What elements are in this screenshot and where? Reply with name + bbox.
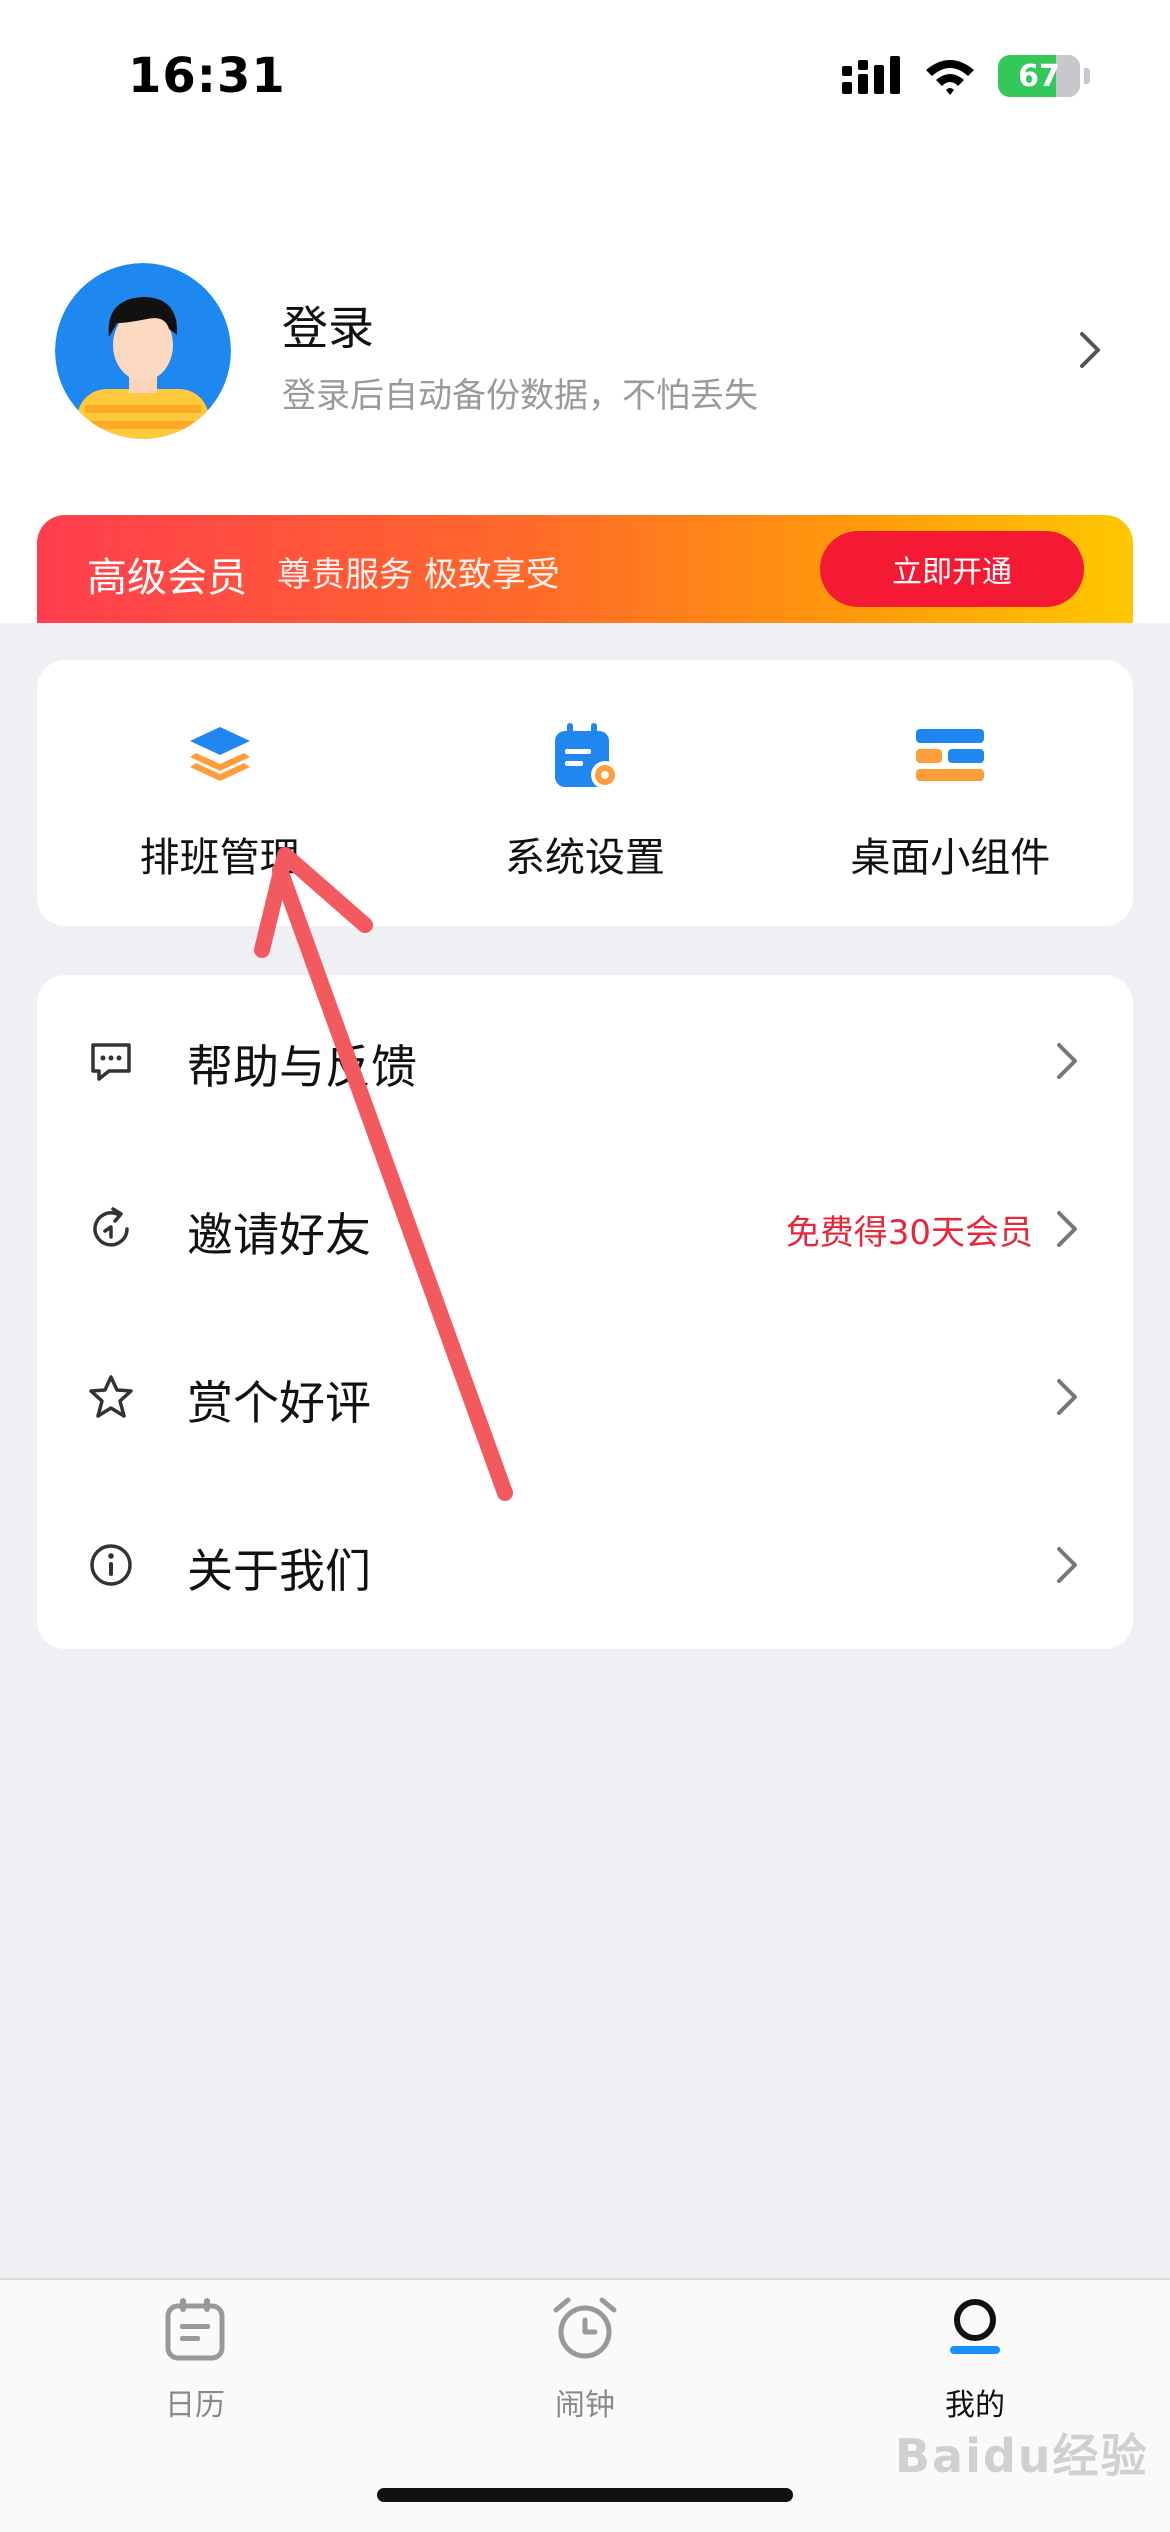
menu-item-label: 关于我们 <box>187 1544 371 1598</box>
menu-item-help-feedback[interactable]: 帮助与反馈 <box>37 975 1133 1143</box>
wifi-icon <box>926 60 974 95</box>
star-icon <box>89 1375 133 1418</box>
chevron-right-icon <box>1057 1379 1077 1415</box>
tab-label: 我的 <box>945 2388 1005 2423</box>
quick-tools-card: 排班管理 系统设置 桌面小组件 <box>37 660 1133 926</box>
menu-list-card: 帮助与反馈 邀请好友 免费得30天会员 赏个好评 关于我们 <box>37 975 1133 1649</box>
tool-label: 桌面小组件 <box>850 835 1051 881</box>
menu-item-invite-friends[interactable]: 邀请好友 免费得30天会员 <box>37 1143 1133 1311</box>
user-avatar-icon <box>55 263 231 439</box>
alarm-icon <box>553 2297 617 2359</box>
tab-calendar[interactable]: 日历 <box>0 2280 390 2460</box>
info-icon <box>90 1544 132 1586</box>
invite-reward-text: 免费得30天会员 <box>785 1213 1033 1253</box>
vip-title: 高级会员 <box>87 555 247 601</box>
vip-subtitle: 尊贵服务 极致享受 <box>277 555 560 595</box>
status-icons: 67 <box>842 52 1090 100</box>
tool-label: 排班管理 <box>139 835 300 881</box>
home-indicator[interactable] <box>377 2488 793 2502</box>
baidu-watermark: Baidu经验 <box>895 2429 1149 2483</box>
login-subtitle: 登录后自动备份数据，不怕丢失 <box>282 376 758 416</box>
menu-item-label: 帮助与反馈 <box>187 1040 417 1094</box>
widget-icon <box>916 729 985 781</box>
tab-label: 闹钟 <box>555 2388 615 2423</box>
activate-vip-button[interactable]: 立即开通 <box>820 531 1084 607</box>
tool-shift-management[interactable]: 排班管理 <box>37 660 402 926</box>
tab-alarm[interactable]: 闹钟 <box>390 2280 780 2460</box>
chat-icon <box>91 1043 131 1081</box>
calendar-gear-icon <box>554 723 619 789</box>
menu-item-label: 邀请好友 <box>187 1208 371 1262</box>
menu-item-label: 赏个好评 <box>187 1376 371 1430</box>
tool-label: 系统设置 <box>504 835 665 881</box>
avatar[interactable] <box>55 263 231 439</box>
tool-system-settings[interactable]: 系统设置 <box>402 660 767 926</box>
tab-label: 日历 <box>165 2388 225 2423</box>
login-title[interactable]: 登录 <box>282 292 374 358</box>
battery-indicator: 67 <box>998 55 1080 97</box>
vip-banner[interactable]: 高级会员 尊贵服务 极致享受 立即开通 <box>37 515 1133 623</box>
tool-desktop-widget[interactable]: 桌面小组件 <box>768 660 1133 926</box>
status-time: 16:31 <box>128 48 286 104</box>
chevron-right-icon <box>1057 1211 1077 1247</box>
refresh-icon <box>93 1207 129 1247</box>
person-icon <box>950 2299 1000 2354</box>
layers-icon <box>189 727 250 781</box>
menu-item-rate-app[interactable]: 赏个好评 <box>37 1311 1133 1479</box>
battery-cap <box>1084 68 1090 84</box>
chevron-right-icon <box>1057 1547 1077 1583</box>
cellular-signal-icon <box>842 56 900 94</box>
battery-level: 67 <box>1018 58 1060 94</box>
chevron-right-icon[interactable] <box>1070 330 1110 370</box>
chevron-right-icon <box>1057 1043 1077 1079</box>
menu-item-about-us[interactable]: 关于我们 <box>37 1479 1133 1647</box>
calendar-icon <box>165 2298 225 2361</box>
